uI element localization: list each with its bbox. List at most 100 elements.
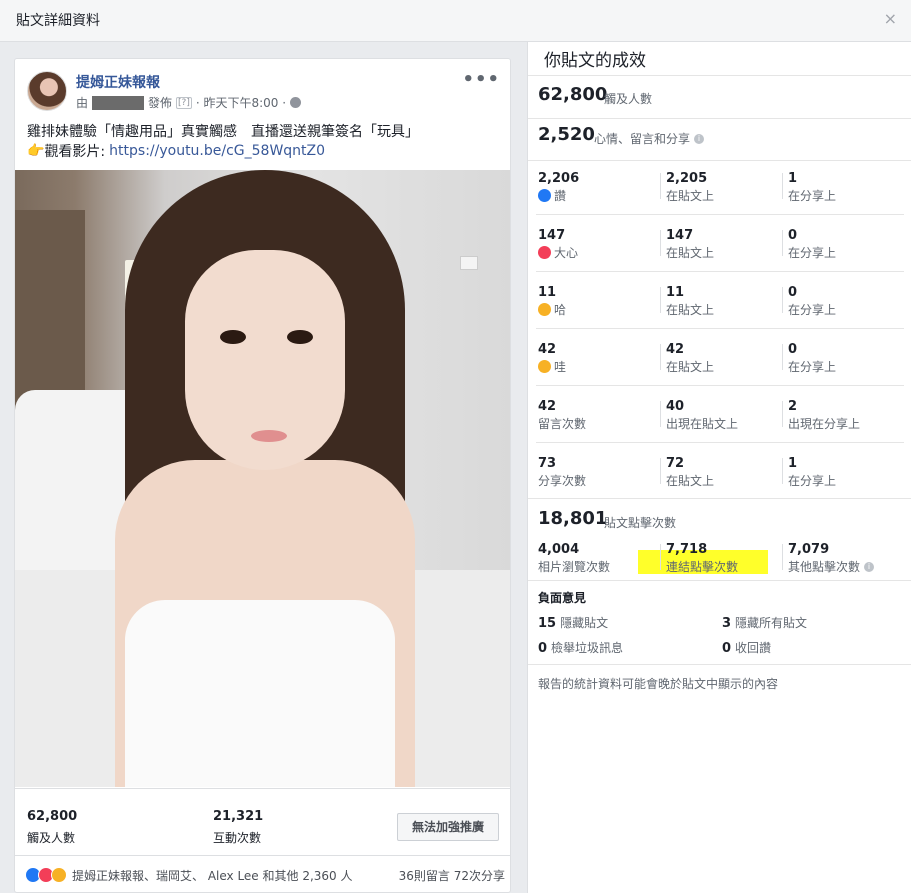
comments-total: 42 (538, 399, 557, 414)
divider (536, 385, 904, 386)
divider (660, 173, 661, 199)
engagement-value: 21,321 (213, 809, 264, 824)
divider (660, 544, 661, 570)
shares-on-post: 72 (666, 456, 685, 471)
comments-on-post: 40 (666, 399, 685, 414)
divider (660, 230, 661, 256)
boost-button[interactable]: 無法加強推廣 (397, 813, 499, 841)
divider (528, 75, 911, 76)
negative-feedback-title: 負面意見 (538, 591, 587, 605)
post-meta: 由 發佈 [?] · 昨天下午8:00 · (76, 94, 302, 111)
divider (536, 328, 904, 329)
shares-on-shares: 1 (788, 456, 798, 471)
hide-post-label: 隱藏貼文 (560, 616, 609, 630)
unlike-value: 0 (722, 641, 732, 656)
wow-icon (538, 360, 551, 373)
divider (660, 344, 661, 370)
wow-on-shares: 0 (788, 342, 798, 357)
info-icon[interactable]: i (694, 133, 705, 144)
haha-label: 哈 (538, 301, 566, 318)
love-on-post: 147 (666, 228, 694, 243)
other-clicks-value: 7,079 (788, 542, 830, 557)
reach-total-label: 觸及人數 (604, 92, 653, 106)
wow-icon (51, 867, 67, 883)
divider (536, 442, 904, 443)
love-on-shares: 0 (788, 228, 798, 243)
haha-on-post-label: 在貼文上 (666, 303, 715, 317)
clicks-total-label: 貼文點擊次數 (604, 516, 677, 530)
wow-on-post: 42 (666, 342, 685, 357)
engagement-total: 2,520 (538, 124, 595, 145)
report-spam-stat: 0 檢舉垃圾訊息 (538, 639, 623, 656)
wow-on-post-label: 在貼文上 (666, 360, 715, 374)
link-clicks-value: 7,718 (666, 542, 708, 557)
divider (782, 544, 783, 570)
pointing-hand-icon: 👉 (27, 143, 45, 159)
engagement-total-label: 心情、留言和分享 i (594, 130, 705, 147)
unlike-stat: 0 收回讚 (722, 639, 771, 656)
divider (15, 855, 510, 856)
report-spam-value: 0 (538, 641, 548, 656)
footnote: 報告的統計資料可能會晚於貼文中顯示的內容 (538, 677, 779, 691)
photo-eye-left (220, 330, 246, 344)
shares-on-post-label: 在貼文上 (666, 474, 715, 488)
post-time[interactable]: · 昨天下午8:00 · (196, 94, 286, 111)
hide-post-value: 15 (538, 616, 557, 631)
wow-total: 42 (538, 342, 557, 357)
post-text-line1: 雞排妹體驗「情趣用品」真實觸感 直播還送親筆簽名「玩具」 (27, 124, 419, 140)
likes-on-shares: 1 (788, 171, 798, 186)
post-text-prefix: 觀看影片: (44, 144, 106, 160)
dialog-title: 貼文詳細資料 (16, 13, 100, 29)
link-clicks-label: 連結點擊次數 (666, 560, 739, 574)
divider (782, 173, 783, 199)
likes-label: 讚 (538, 187, 566, 204)
love-label: 大心 (538, 244, 578, 261)
globe-icon (290, 97, 302, 108)
meta-prefix: 由 (76, 96, 89, 110)
love-on-shares-label: 在分享上 (788, 246, 837, 260)
photo-views-value: 4,004 (538, 542, 580, 557)
reactions-summary[interactable]: 提姆正妹報報、瑞岡艾、 Alex Lee 和其他 2,360 人 36則留言 7… (25, 864, 505, 886)
close-icon[interactable]: × (884, 9, 897, 28)
other-clicks-label: 其他點擊次數 i (788, 558, 875, 575)
photo-switch (460, 256, 478, 270)
comments-on-shares: 2 (788, 399, 798, 414)
divider (782, 344, 783, 370)
comments-on-shares-label: 出現在分享上 (788, 417, 861, 431)
report-spam-label: 檢舉垃圾訊息 (551, 641, 624, 655)
love-on-post-label: 在貼文上 (666, 246, 715, 260)
video-link[interactable]: https://youtu.be/cG_58WqntZ0 (109, 143, 325, 159)
shares-on-shares-label: 在分享上 (788, 474, 837, 488)
divider (660, 401, 661, 427)
other-clicks-label-text: 其他點擊次數 (788, 560, 861, 574)
wow-label-text: 哇 (554, 360, 567, 374)
likes-label-text: 讚 (554, 189, 567, 203)
shares-label: 分享次數 (538, 474, 587, 488)
divider (536, 214, 904, 215)
wow-on-shares-label: 在分享上 (788, 360, 837, 374)
comments-label: 留言次數 (538, 417, 587, 431)
divider (660, 458, 661, 484)
clicks-total: 18,801 (538, 508, 608, 529)
comments-shares[interactable]: 36則留言 72次分享 (399, 867, 505, 884)
photo-lips (251, 430, 287, 442)
hide-all-value: 3 (722, 616, 732, 631)
post-photo[interactable] (15, 170, 510, 787)
info-icon[interactable]: i (864, 561, 875, 572)
reaction-names[interactable]: 提姆正妹報報、瑞岡艾、 Alex Lee 和其他 2,360 人 (72, 867, 352, 884)
like-icon (538, 189, 551, 202)
haha-icon (538, 303, 551, 316)
divider (660, 287, 661, 313)
more-options-icon[interactable]: ••• (462, 69, 500, 90)
comments-on-post-label: 出現在貼文上 (666, 417, 739, 431)
reach-total: 62,800 (538, 84, 608, 105)
wow-label: 哇 (538, 358, 566, 375)
haha-on-post: 11 (666, 285, 685, 300)
help-icon[interactable]: [?] (176, 96, 192, 109)
post-text-line2: 👉 觀看影片: https://youtu.be/cG_58WqntZ0 (27, 141, 325, 161)
avatar[interactable] (27, 71, 67, 111)
performance-title: 你貼文的成效 (544, 51, 646, 71)
page-name-link[interactable]: 提姆正妹報報 (76, 72, 160, 92)
divider (15, 788, 510, 789)
divider (528, 664, 911, 665)
